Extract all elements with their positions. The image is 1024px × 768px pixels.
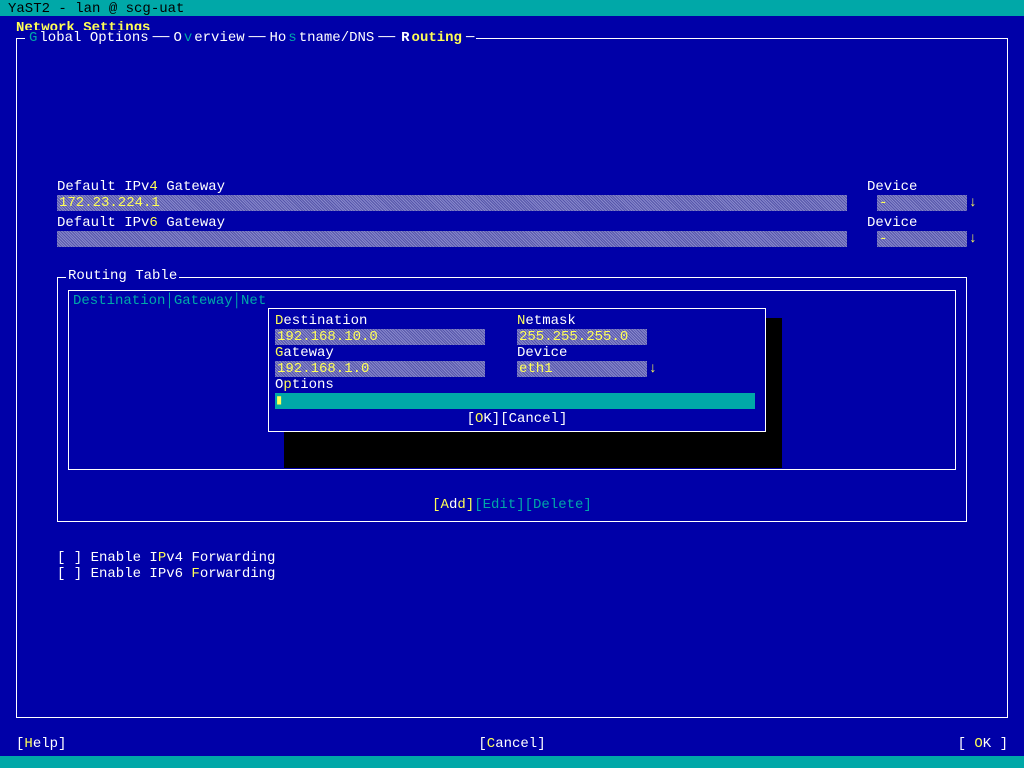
cancel-button-modal[interactable]: [Cancel] [500, 411, 567, 427]
titlebar: YaST2 - lan @ scg-uat [0, 0, 1024, 16]
chevron-down-icon: ↓ [649, 361, 657, 377]
ipv4-device-select[interactable]: -↓ [877, 195, 967, 211]
destination-input[interactable]: 192.168.10.0 [275, 329, 485, 345]
ok-button[interactable]: [ OK ] [958, 736, 1008, 752]
delete-button[interactable]: [Delete] [525, 497, 592, 513]
route-edit-dialog: Destination 192.168.10.0 Netmask 255.255… [268, 308, 766, 432]
add-button[interactable]: [Add] [432, 497, 474, 513]
device-select-modal[interactable]: eth1↓ [517, 361, 647, 377]
bottom-bar: [Help] [Cancel] [ OK ] [16, 736, 1008, 752]
ipv6-forwarding-checkbox[interactable]: [ ] Enable IPv6 Forwarding [57, 566, 967, 582]
help-button[interactable]: [Help] [16, 736, 66, 752]
ipv6-device-select[interactable]: -↓ [877, 231, 967, 247]
options-label: Options [275, 377, 759, 393]
ipv4-forwarding-checkbox[interactable]: [ ] Enable IPv4 Forwarding [57, 550, 967, 566]
ipv4-gateway-label: Default IPv4 Gateway [57, 179, 225, 195]
tab-overview[interactable]: Overview [171, 30, 246, 46]
netmask-label: Netmask [517, 313, 759, 329]
destination-label: Destination [275, 313, 517, 329]
netmask-input[interactable]: 255.255.255.0 [517, 329, 647, 345]
device-label-modal: Device [517, 345, 759, 361]
device-label-1: Device [867, 179, 967, 195]
chevron-down-icon: ↓ [969, 195, 977, 211]
tab-labels: Global Options──Overview──Hostname/DNS──… [25, 30, 476, 46]
ipv4-gateway-input[interactable]: 172.23.224.1 [57, 195, 847, 211]
routing-table-title: Routing Table [66, 268, 179, 284]
options-input[interactable] [275, 393, 755, 409]
cancel-button[interactable]: [Cancel] [478, 736, 545, 752]
gateway-label: Gateway [275, 345, 517, 361]
titlebar-text: YaST2 - lan @ scg-uat [8, 1, 184, 17]
chevron-down-icon: ↓ [969, 231, 977, 247]
edit-button[interactable]: [Edit] [474, 497, 524, 513]
tab-global[interactable]: Global Options [25, 30, 151, 46]
ipv6-gateway-input[interactable] [57, 231, 847, 247]
routing-buttons: [Add][Edit][Delete] [58, 497, 966, 513]
tab-hostname[interactable]: Hostname/DNS [267, 30, 376, 46]
tab-routing[interactable]: Routing [397, 30, 464, 46]
modal-buttons: [OK][Cancel] [275, 411, 759, 427]
forwarding-checkboxes: [ ] Enable IPv4 Forwarding [ ] Enable IP… [57, 550, 967, 582]
ok-button-modal[interactable]: [OK] [467, 411, 501, 427]
ipv6-gateway-label: Default IPv6 Gateway [57, 215, 225, 231]
device-label-2: Device [867, 215, 967, 231]
gateway-input[interactable]: 192.168.1.0 [275, 361, 485, 377]
bottom-stripe [0, 756, 1024, 768]
